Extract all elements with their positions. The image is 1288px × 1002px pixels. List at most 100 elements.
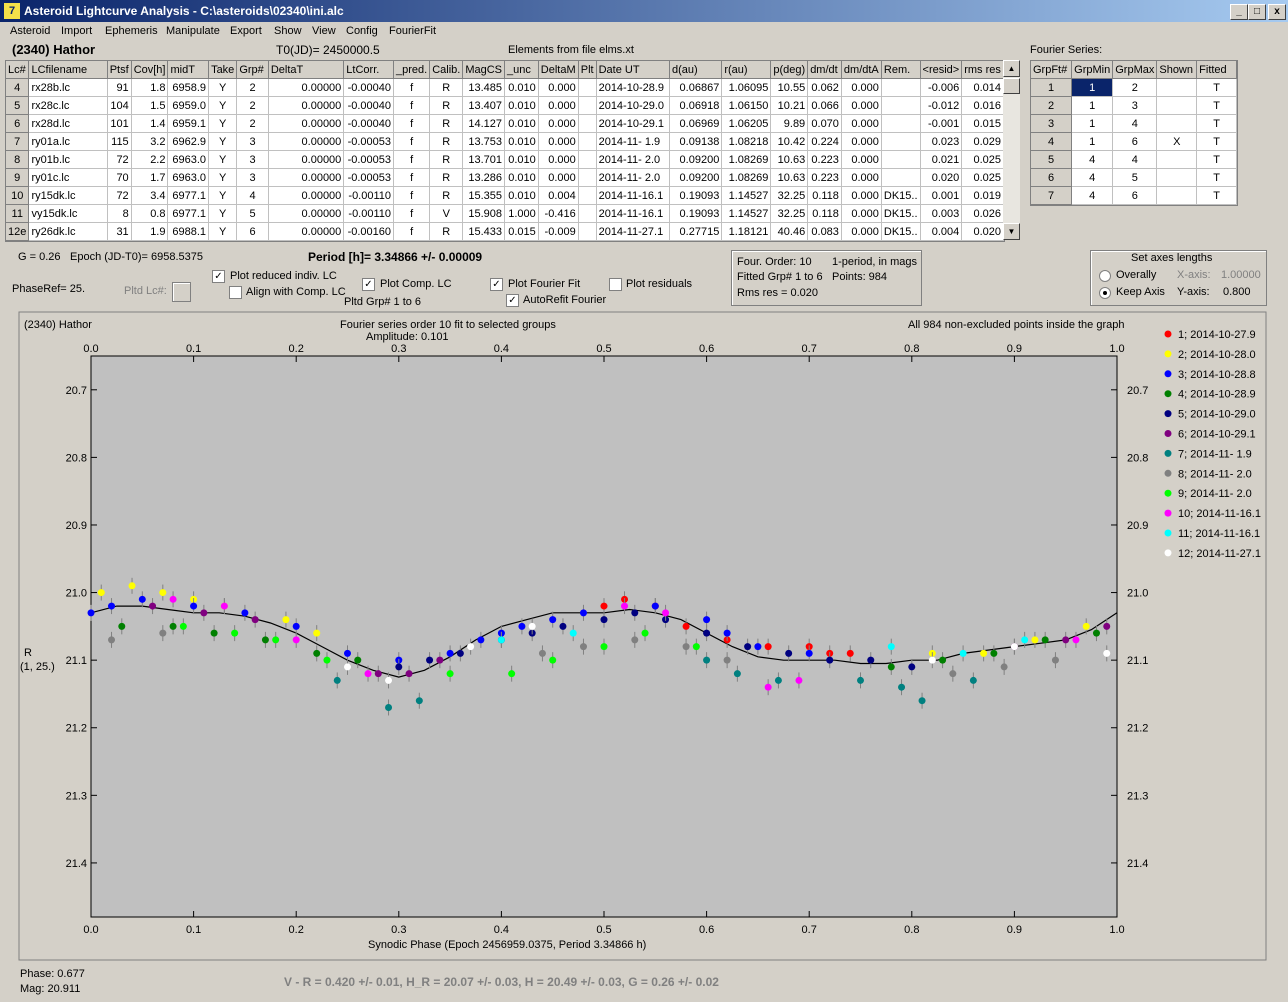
x-tick-label: 0.2 bbox=[289, 924, 304, 936]
data-point bbox=[118, 622, 126, 630]
data-point bbox=[559, 622, 567, 630]
y-tick-label-right: 20.7 bbox=[1127, 385, 1148, 397]
data-point bbox=[108, 636, 116, 644]
y-tick-label-right: 21.3 bbox=[1127, 790, 1148, 802]
legend-marker bbox=[1164, 489, 1172, 497]
data-point bbox=[959, 649, 967, 657]
legend-marker bbox=[1164, 390, 1172, 398]
legend-entry: 10; 2014-11-16.1 bbox=[1178, 508, 1261, 520]
x-tick-label-top: 0.1 bbox=[186, 343, 201, 355]
data-point bbox=[354, 656, 362, 664]
x-tick-label-top: 0.6 bbox=[699, 343, 714, 355]
data-point bbox=[569, 629, 577, 637]
x-tick-label: 0.5 bbox=[596, 924, 611, 936]
data-point bbox=[292, 636, 300, 644]
y-tick-label: 21.2 bbox=[66, 723, 87, 735]
data-point bbox=[579, 609, 587, 617]
data-point bbox=[374, 670, 382, 678]
y-tick-label-right: 21.2 bbox=[1127, 723, 1148, 735]
data-point bbox=[272, 636, 280, 644]
y-tick-label-right: 20.8 bbox=[1127, 452, 1148, 464]
data-point bbox=[518, 622, 526, 630]
data-point bbox=[898, 683, 906, 691]
legend-entry: 2; 2014-10-28.0 bbox=[1178, 349, 1256, 361]
x-axis-label: Synodic Phase (Epoch 2456959.0375, Perio… bbox=[368, 939, 647, 951]
data-point bbox=[344, 649, 351, 657]
cursor-mag: Mag: 20.911 bbox=[20, 983, 81, 995]
data-point bbox=[385, 703, 393, 711]
data-point bbox=[313, 649, 321, 657]
data-point bbox=[97, 589, 105, 597]
x-tick-label: 0.4 bbox=[494, 924, 509, 936]
x-tick-label-top: 0.0 bbox=[83, 343, 98, 355]
x-tick-label: 0.1 bbox=[186, 924, 201, 936]
y-tick-label-right: 21.1 bbox=[1127, 655, 1148, 667]
x-tick-label: 0.3 bbox=[391, 924, 406, 936]
plot-area bbox=[90, 355, 1118, 918]
x-tick-label-top: 0.3 bbox=[391, 343, 406, 355]
data-point bbox=[651, 602, 659, 610]
data-point bbox=[631, 636, 639, 644]
data-point bbox=[231, 629, 239, 637]
x-tick-label-top: 0.4 bbox=[494, 343, 509, 355]
data-point bbox=[344, 663, 351, 671]
data-point bbox=[159, 629, 167, 637]
data-point bbox=[1092, 629, 1100, 637]
x-tick-label-top: 0.8 bbox=[904, 343, 919, 355]
data-point bbox=[621, 602, 629, 610]
x-tick-label: 0.0 bbox=[83, 924, 98, 936]
data-point bbox=[631, 609, 639, 617]
data-point bbox=[190, 602, 198, 610]
data-point bbox=[867, 656, 875, 664]
data-point bbox=[292, 622, 300, 630]
y-tick-label: 20.7 bbox=[66, 385, 87, 397]
data-point bbox=[200, 609, 208, 617]
data-point bbox=[600, 602, 608, 610]
x-tick-label: 0.6 bbox=[699, 924, 714, 936]
data-point bbox=[251, 616, 259, 624]
x-tick-label-top: 0.2 bbox=[289, 343, 304, 355]
x-tick-label-top: 0.5 bbox=[596, 343, 611, 355]
x-tick-label-top: 0.9 bbox=[1007, 343, 1022, 355]
data-point bbox=[436, 656, 444, 664]
x-tick-label: 0.8 bbox=[904, 924, 919, 936]
y-tick-label-right: 21.0 bbox=[1127, 588, 1148, 600]
y-tick-label-right: 20.9 bbox=[1127, 520, 1148, 532]
y-tick-label: 21.1 bbox=[66, 655, 87, 667]
data-point bbox=[261, 636, 269, 644]
legend-marker bbox=[1164, 350, 1172, 358]
x-tick-label-top: 0.7 bbox=[802, 343, 817, 355]
data-point bbox=[446, 649, 454, 657]
legend-marker bbox=[1164, 529, 1172, 537]
lightcurve-plot[interactable]: 0.0 0.0 0.1 0.1 0.2 0.2 0.3 0.3 0.4 0.4 0.5 0.5 0.6 0… bbox=[0, 0, 1288, 1002]
legend-marker bbox=[1164, 469, 1172, 477]
data-point bbox=[1041, 636, 1049, 644]
data-point bbox=[241, 609, 249, 617]
data-point bbox=[703, 656, 711, 664]
y-tick-label: 21.3 bbox=[66, 790, 87, 802]
data-point bbox=[364, 670, 372, 678]
data-point bbox=[282, 616, 290, 624]
legend-entry: 7; 2014-11- 1.9 bbox=[1178, 448, 1252, 460]
data-point bbox=[333, 676, 341, 684]
x-tick-label: 0.9 bbox=[1007, 924, 1022, 936]
data-point bbox=[497, 636, 505, 644]
data-point bbox=[467, 643, 475, 651]
y-axis-sublabel: (1, 25.) bbox=[20, 661, 55, 673]
legend-marker bbox=[1164, 410, 1172, 418]
data-point bbox=[128, 582, 136, 590]
data-point bbox=[549, 616, 557, 624]
y-tick-label: 21.0 bbox=[66, 588, 87, 600]
data-point bbox=[138, 595, 146, 603]
data-point bbox=[682, 643, 690, 651]
legend-entry: 8; 2014-11- 2.0 bbox=[1178, 468, 1252, 480]
data-point bbox=[159, 589, 167, 597]
legend-marker bbox=[1164, 509, 1172, 517]
legend-entry: 4; 2014-10-28.9 bbox=[1178, 389, 1256, 401]
data-point bbox=[703, 616, 711, 624]
data-point bbox=[477, 636, 485, 644]
x-tick-label: 1.0 bbox=[1109, 924, 1124, 936]
legend-entry: 1; 2014-10-27.9 bbox=[1178, 329, 1256, 341]
x-tick-label: 0.7 bbox=[802, 924, 817, 936]
data-point bbox=[169, 622, 177, 630]
